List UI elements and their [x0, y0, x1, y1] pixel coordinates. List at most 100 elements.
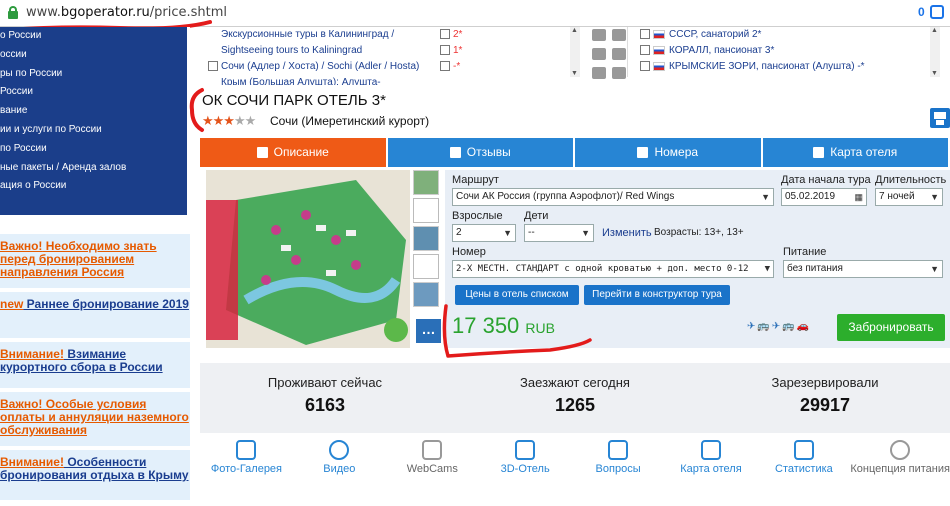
map-icon [700, 440, 721, 460]
photo-thumbnail[interactable] [413, 226, 439, 251]
star-filter-item[interactable]: -* [440, 59, 580, 75]
hotel-location: Сочи (Имеретинский курорт) [270, 114, 430, 128]
amenity-icons [589, 27, 634, 79]
sidebar-nav-item[interactable]: ры по России [0, 65, 187, 84]
more-photos-button[interactable]: … [416, 319, 441, 343]
scrollbar[interactable]: ▲ ▼ [570, 27, 580, 77]
hotel-checkbox[interactable] [640, 45, 650, 56]
stat-arriving-today: Заезжают сегодня 1265 [520, 375, 630, 415]
print-icon[interactable] [930, 108, 950, 128]
stat-reserved: Зарезервировали 29917 [771, 375, 879, 415]
webcams-button[interactable]: WebCams [386, 440, 479, 484]
chart-icon [793, 440, 814, 460]
question-icon [608, 440, 629, 460]
extension-icon[interactable] [930, 5, 944, 19]
camera-icon [236, 440, 257, 460]
video-button[interactable]: Видео [293, 440, 386, 484]
notice-crimea[interactable]: Внимание! Особенности бронирования отдых… [0, 450, 190, 500]
sidebar-nav-item[interactable]: России [0, 83, 187, 102]
flag-icon [653, 45, 665, 55]
change-ages-link[interactable]: Изменить [602, 227, 652, 239]
notice-early-booking[interactable]: new Раннее бронирование 2019 [0, 292, 190, 338]
sidebar-nav-item[interactable]: ация о России [0, 177, 187, 196]
notice-important-russia[interactable]: Важно! Необходимо знать перед бронирован… [0, 234, 190, 288]
star-checkbox[interactable] [440, 29, 450, 40]
kids-select[interactable]: -- ▼ [524, 224, 594, 242]
star-checkbox[interactable] [440, 61, 450, 72]
hotel-map-button[interactable]: Карта отеля [665, 440, 758, 484]
notice-payment-conditions[interactable]: Важно! Особые условия оплаты и аннуляции… [0, 392, 190, 446]
kids-label: Дети [524, 210, 549, 222]
questions-button[interactable]: Вопросы [572, 440, 665, 484]
sidebar-nav-item[interactable]: ии и услуги по России [0, 121, 187, 140]
lock-icon [8, 6, 18, 19]
amenity-icon [592, 67, 606, 79]
meal-label: Питание [783, 246, 827, 258]
sidebar-nav-item[interactable]: о России [0, 27, 187, 46]
tour-price: 17 350 RUB [452, 313, 555, 338]
flag-icon [653, 29, 665, 39]
url-text[interactable]: www.bgoperator.ru/price.shtml [26, 5, 227, 20]
sidebar-nav-item[interactable]: ные пакеты / Аренда залов [0, 159, 187, 178]
browser-address-bar[interactable]: www.bgoperator.ru/price.shtml 0 [0, 0, 950, 27]
tour-constructor-button[interactable]: Перейти в конструктор тура [584, 285, 730, 305]
pencil-icon [449, 147, 461, 159]
hotel-list-item[interactable]: КРЫМСКИЕ ЗОРИ, пансионат (Алушта) -* [640, 59, 940, 75]
sidebar-nav-item[interactable]: вание [0, 102, 187, 121]
tab-description[interactable]: Описание [200, 138, 386, 167]
list-prices-button[interactable]: Цены в отель списком [455, 285, 579, 305]
tab-hotel-map[interactable]: Карта отеля [762, 138, 948, 167]
start-date-field[interactable]: 05.02.2019 ▦ [781, 188, 867, 206]
scrollbar[interactable]: ▲ ▼ [930, 27, 940, 77]
photo-thumbnail[interactable] [413, 198, 439, 223]
hotel-checkbox[interactable] [640, 29, 650, 40]
hotel-features-bar: Фото-Галерея Видео WebCams 3D-Отель Вопр… [200, 440, 950, 484]
photo-gallery-button[interactable]: Фото-Галерея [200, 440, 293, 484]
sidebar-nav-item[interactable]: оссии [0, 46, 187, 65]
room-select[interactable]: 2-Х МЕСТН. СТАНДАРТ с одной кроватью + д… [452, 260, 774, 278]
room-label: Номер [452, 246, 486, 258]
tour-checkbox[interactable] [208, 61, 218, 72]
notice-resort-fee[interactable]: Внимание! Взимание курортного сбора в Ро… [0, 342, 190, 388]
hotel-3d-button[interactable]: 3D-Отель [479, 440, 572, 484]
duration-select[interactable]: 7 ночей ▼ [875, 188, 943, 206]
flag-icon [653, 61, 665, 71]
amenity-icon [612, 48, 626, 60]
transport-icons: ✈🚌✈🚌🚗 [747, 321, 812, 332]
bed-icon [637, 147, 649, 159]
hotel-list-item[interactable]: КОРАЛЛ, пансионат 3* [640, 43, 940, 59]
tab-reviews[interactable]: Отзывы [387, 138, 573, 167]
star-filter-item[interactable]: 2* [440, 27, 580, 43]
duration-label: Длительность [875, 174, 947, 186]
route-select[interactable]: Сочи АК Россия (группа Аэрофлот)/ Red Wi… [452, 188, 774, 206]
hotel-checkbox[interactable] [640, 61, 650, 72]
webcam-icon [422, 440, 443, 460]
building-icon [813, 147, 825, 159]
hotel-title: ОК СОЧИ ПАРК ОТЕЛЬ 3* [202, 92, 386, 109]
amenity-icon [592, 29, 606, 41]
film-icon [329, 440, 350, 460]
star-checkbox[interactable] [440, 45, 450, 56]
tab-rooms[interactable]: Номера [575, 138, 761, 167]
dish-icon [890, 440, 911, 460]
left-sidebar: о России оссии ры по России России вание… [0, 27, 190, 506]
photo-thumbnail[interactable] [413, 282, 439, 307]
search-filter-strip: Экскурсионные туры в Калининград / Sight… [200, 27, 950, 85]
food-concept-button[interactable]: Концепция питания [850, 440, 950, 484]
star-rating: ★★★★★ [202, 113, 256, 128]
sidebar-nav-item[interactable]: по России [0, 140, 187, 159]
hotel-stats: Проживают сейчас 6163 Заезжают сегодня 126… [200, 363, 950, 433]
photo-thumbnail[interactable] [413, 254, 439, 279]
hotel-list-item[interactable]: СССР, санаторий 2* [640, 27, 940, 43]
adults-select[interactable]: 2 ▼ [452, 224, 516, 242]
stat-staying-now: Проживают сейчас 6163 [267, 375, 383, 415]
sidebar-nav: о России оссии ры по России России вание… [0, 27, 187, 215]
star-filter-item[interactable]: 1* [440, 43, 580, 59]
photo-thumbnail[interactable] [413, 170, 439, 195]
book-button[interactable]: Забронировать [837, 314, 945, 341]
hotel-list: СССР, санаторий 2* КОРАЛЛ, пансионат 3* … [640, 27, 940, 77]
calendar-icon: ▦ [854, 192, 863, 202]
hotel-map-image[interactable] [206, 170, 410, 348]
statistics-button[interactable]: Статистика [757, 440, 850, 484]
meal-select[interactable]: без питания ▼ [783, 260, 943, 278]
